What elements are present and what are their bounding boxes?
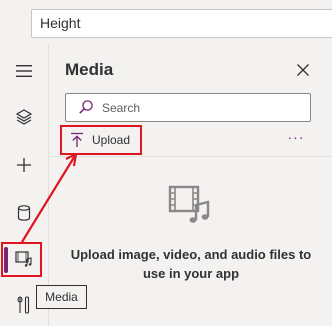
insert-button[interactable] (8, 149, 40, 181)
panel-title: Media (65, 60, 114, 79)
upload-label: Upload (92, 133, 131, 147)
media-placeholder-icon (168, 185, 210, 223)
database-icon (17, 205, 31, 221)
close-button[interactable] (293, 60, 313, 80)
hamburger-icon (16, 65, 32, 77)
layers-icon (15, 109, 33, 125)
media-icon (15, 251, 32, 267)
formula-bar-area: Height (0, 0, 332, 45)
data-button[interactable] (8, 197, 40, 229)
upload-button[interactable]: Upload (61, 127, 141, 153)
upload-icon (71, 132, 83, 147)
divider (50, 156, 332, 157)
search-box[interactable] (65, 93, 311, 122)
empty-state-message: Upload image, video, and audio files to … (70, 247, 312, 281)
formula-input[interactable]: Height (31, 9, 332, 38)
hamburger-menu-button[interactable] (8, 55, 40, 87)
media-tooltip: Media (36, 285, 87, 309)
media-button[interactable] (8, 243, 40, 275)
left-rail (0, 45, 49, 326)
more-options-button[interactable]: ··· (286, 129, 306, 149)
tree-view-button[interactable] (8, 101, 40, 133)
close-icon (297, 64, 309, 76)
search-icon (79, 100, 93, 114)
search-input[interactable] (102, 94, 302, 121)
media-panel: Media Upload ··· Upload image, video, an… (50, 45, 332, 326)
plus-icon (17, 158, 31, 172)
tools-icon (17, 296, 30, 314)
